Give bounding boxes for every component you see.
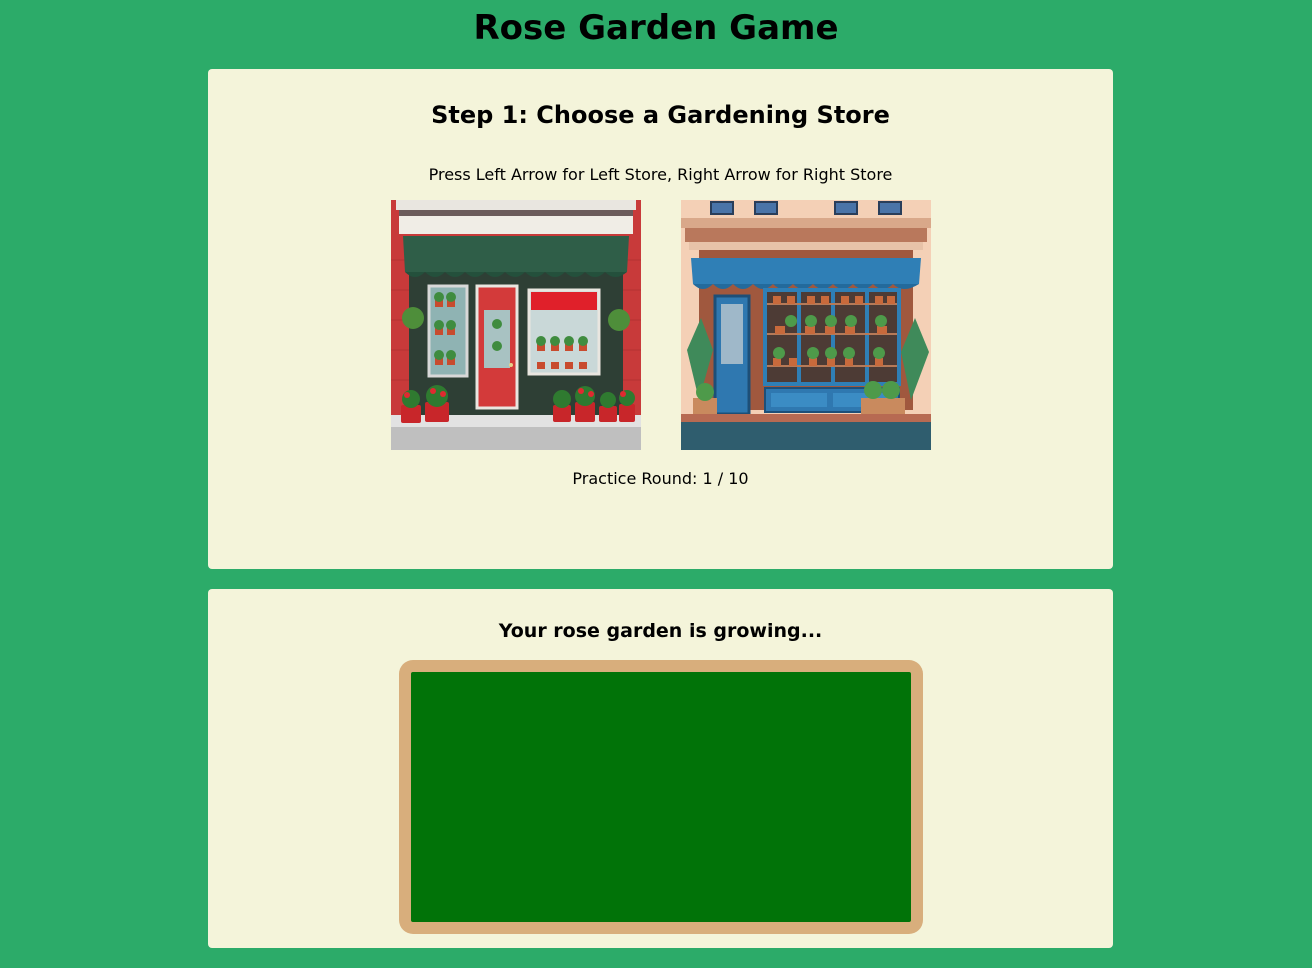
garden-status-title: Your rose garden is growing... xyxy=(498,620,823,642)
page-title: Rose Garden Game xyxy=(473,8,839,48)
blue-storefront-illustration xyxy=(681,200,931,450)
practice-round-counter: Practice Round: 1 / 10 xyxy=(572,469,749,488)
left-store-image[interactable] xyxy=(391,200,641,450)
instructions-text: Press Left Arrow for Left Store, Right A… xyxy=(428,165,893,184)
step-title: Step 1: Choose a Gardening Store xyxy=(431,101,890,129)
store-selection-panel: Step 1: Choose a Gardening Store Press L… xyxy=(208,69,1113,569)
red-storefront-illustration xyxy=(391,200,641,450)
right-store-image[interactable] xyxy=(681,200,931,450)
garden-bed xyxy=(411,672,911,922)
garden-panel: Your rose garden is growing... xyxy=(208,589,1113,948)
garden-frame xyxy=(399,660,923,934)
